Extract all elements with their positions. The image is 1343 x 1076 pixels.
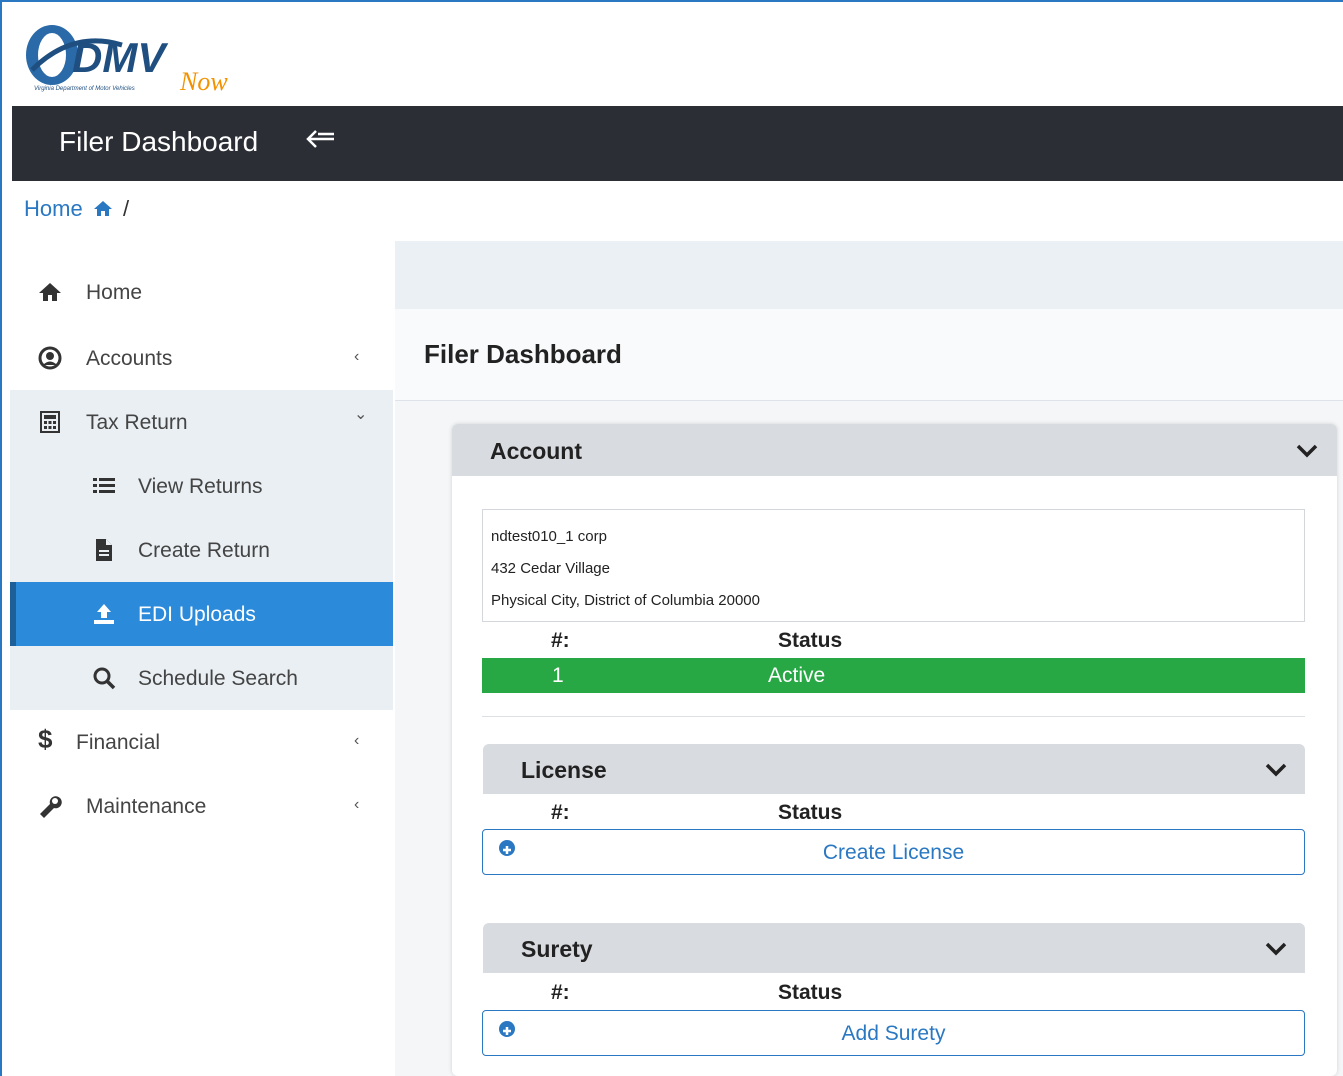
home-icon <box>39 283 61 301</box>
wrench-icon <box>40 796 62 818</box>
surety-panel-title: Surety <box>521 936 593 962</box>
sidebar-item-label: Financial <box>76 731 161 754</box>
upload-icon <box>94 604 114 624</box>
account-address: ndtest010_1 corp 432 Cedar Village Physi… <box>482 509 1305 622</box>
chevron-down-icon[interactable] <box>1265 763 1287 777</box>
create-license-label: Create License <box>822 841 965 864</box>
breadcrumb-separator: / <box>122 196 130 221</box>
account-row-number: 1 <box>552 664 564 687</box>
file-icon <box>96 539 112 561</box>
user-circle-icon <box>38 346 62 370</box>
home-icon <box>93 201 112 216</box>
sidebar-item-maintenance[interactable]: Maintenance ‹ <box>10 774 393 838</box>
search-icon <box>93 667 116 690</box>
panel-divider <box>482 716 1305 717</box>
account-status-row[interactable]: 1 Active <box>482 658 1305 693</box>
app-title: Filer Dashboard <box>59 126 259 157</box>
sidebar-subitem-edi-uploads[interactable]: EDI Uploads <box>10 582 393 646</box>
account-col-status: Status <box>778 629 843 652</box>
sidebar-subitem-schedule-search[interactable]: Schedule Search <box>10 646 393 710</box>
chevron-left-icon: ‹ <box>354 796 360 813</box>
sidebar-subitem-label: EDI Uploads <box>138 603 256 626</box>
license-col-number: #: <box>551 801 570 824</box>
sidebar-subitem-view-returns[interactable]: View Returns <box>10 454 393 518</box>
sidebar-subitem-label: View Returns <box>138 475 263 498</box>
surety-col-status: Status <box>778 981 843 1004</box>
breadcrumb: Home / <box>24 196 129 222</box>
sidebar-item-home[interactable]: Home <box>10 260 393 324</box>
sidebar-item-label: Tax Return <box>86 411 188 434</box>
calculator-icon <box>40 411 60 433</box>
sidebar-subitem-label: Schedule Search <box>138 667 298 690</box>
account-panel-title: Account <box>490 438 582 464</box>
dollar-icon: $ <box>38 724 53 754</box>
license-col-status: Status <box>778 801 843 824</box>
add-surety-button[interactable]: Add Surety <box>482 1010 1305 1056</box>
sidebar-toggle-icon[interactable] <box>306 127 336 157</box>
account-city: Physical City, District of Columbia 2000… <box>491 592 760 609</box>
list-icon <box>93 478 115 493</box>
sidebar-item-tax-return[interactable]: Tax Return ⌄ <box>10 390 393 454</box>
surety-col-number: #: <box>551 981 570 1004</box>
svg-text:Now: Now <box>179 67 228 96</box>
license-panel-title: License <box>521 757 607 783</box>
sidebar-item-label: Home <box>86 281 143 304</box>
sidebar-item-label: Accounts <box>86 347 173 370</box>
breadcrumb-home-link[interactable]: Home <box>24 196 83 221</box>
create-license-button[interactable]: Create License <box>482 829 1305 875</box>
page-title: Filer Dashboard <box>424 339 622 369</box>
account-street: 432 Cedar Village <box>491 560 610 577</box>
sidebar-item-financial[interactable]: $ Financial ‹ <box>10 710 393 774</box>
sidebar: Home Accounts ‹ Tax Return ⌄ View Return… <box>10 260 393 1076</box>
account-col-number: #: <box>551 629 570 652</box>
account-panel-header[interactable]: Account <box>452 424 1337 476</box>
chevron-down-icon: ⌄ <box>354 406 368 423</box>
account-name: ndtest010_1 corp <box>491 528 607 545</box>
account-row-status: Active <box>768 664 826 687</box>
top-nav-bar: Filer Dashboard <box>12 106 1343 181</box>
page-header: Filer Dashboard <box>395 309 1343 401</box>
arrow-left-icon <box>306 130 334 148</box>
sidebar-subitem-label: Create Return <box>138 539 270 562</box>
add-surety-label: Add Surety <box>841 1022 946 1045</box>
dmv-logo-graphic: DMV Now Virginia Department of Motor Veh… <box>26 25 228 96</box>
content-top-strip <box>395 241 1343 309</box>
sidebar-item-label: Maintenance <box>86 795 207 818</box>
dmv-logo[interactable]: DMV Now Virginia Department of Motor Veh… <box>12 10 312 100</box>
chevron-left-icon: ‹ <box>354 348 360 365</box>
svg-text:Virginia Department of Motor V: Virginia Department of Motor Vehicles <box>34 86 135 92</box>
surety-panel-header[interactable]: Surety <box>483 923 1305 973</box>
chevron-down-icon[interactable] <box>1265 942 1287 956</box>
sidebar-item-accounts[interactable]: Accounts ‹ <box>10 326 393 390</box>
chevron-left-icon: ‹ <box>354 732 360 749</box>
chevron-down-icon[interactable] <box>1296 444 1318 458</box>
sidebar-subitem-create-return[interactable]: Create Return <box>10 518 393 582</box>
svg-text:DMV: DMV <box>72 34 168 81</box>
license-panel-header[interactable]: License <box>483 744 1305 794</box>
